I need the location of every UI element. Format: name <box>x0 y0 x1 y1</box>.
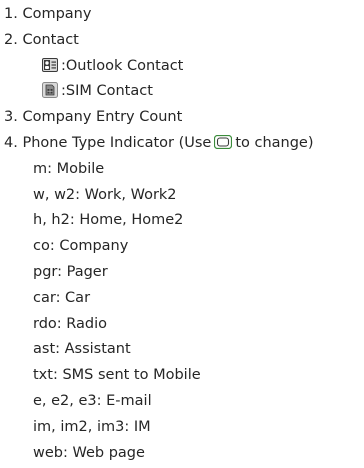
navigation-key-icon <box>214 133 233 150</box>
contact-type-label: :SIM Contact <box>61 83 153 100</box>
phone-type-car: car: Car <box>33 289 91 306</box>
item-number: 2. <box>4 31 18 48</box>
phone-type-web: web: Web page <box>33 444 145 461</box>
phone-type-im: im, im2, im3: IM <box>33 418 151 435</box>
sim-contact-icon <box>42 82 58 99</box>
item-number: 1. <box>4 6 18 22</box>
item-label-before: Phone Type Indicator (Use <box>22 134 212 151</box>
phone-type-radio: rdo: Radio <box>33 315 108 332</box>
phone-type-pager: pgr: Pager <box>33 263 108 280</box>
phone-type-sms: txt: SMS sent to Mobile <box>33 367 201 384</box>
phone-type-email: e, e2, e3: E-mail <box>33 392 152 409</box>
item-label: Company <box>22 6 92 22</box>
phone-type-home: h, h2: Home, Home2 <box>33 212 184 229</box>
legend-list: 1. Company 2. Contact :Outlook Contact:… <box>0 2 364 466</box>
phone-type-company: co: Company <box>33 238 129 255</box>
contact-type-label: :Outlook Contact <box>61 57 184 74</box>
item-company-entry-count: 3. Company Entry Count <box>0 105 364 131</box>
contact-type-outlook: :Outlook Contact <box>0 54 364 80</box>
item-label: Contact <box>22 31 79 48</box>
item-phone-type-indicator: 4. Phone Type Indicator (Use to change) <box>0 131 364 157</box>
item-number: 3. <box>4 109 18 126</box>
phone-type-mobile: m: Mobile <box>33 160 105 177</box>
item-contact: 2. Contact <box>0 28 364 54</box>
item-label: Company Entry Count <box>22 109 183 126</box>
outlook-contact-icon <box>42 57 58 73</box>
item-company: 1. Company <box>0 2 364 28</box>
phone-type-assistant: ast: Assistant <box>33 341 131 358</box>
item-number: 4. <box>4 134 18 151</box>
item-label-after: to change) <box>235 134 314 151</box>
phone-type-work: w, w2: Work, Work2 <box>33 186 177 203</box>
contact-type-sim: :SIM Contact <box>0 79 364 105</box>
